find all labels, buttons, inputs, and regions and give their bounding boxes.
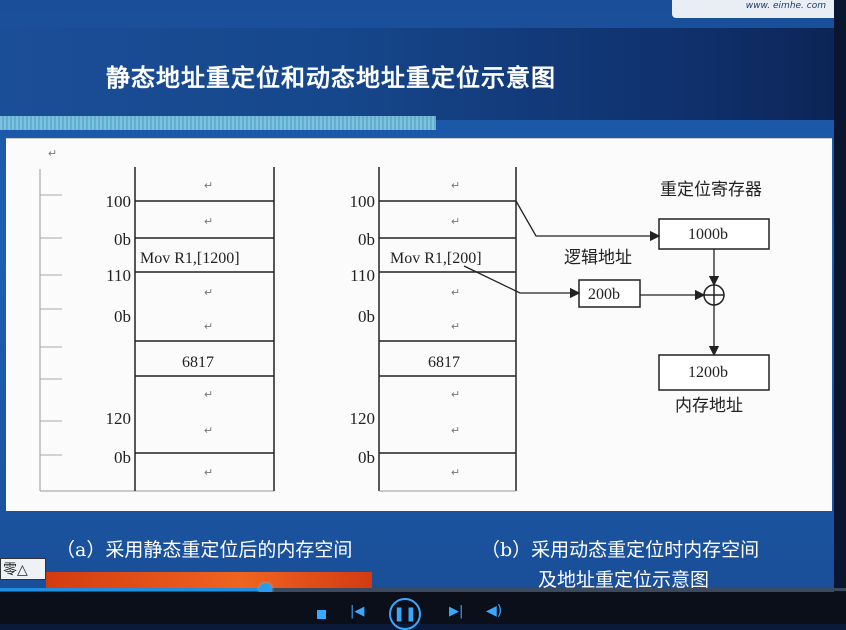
arrow-to-register — [515, 200, 661, 242]
decorative-stripe — [0, 116, 436, 130]
address-label: 0b — [358, 230, 375, 249]
return-mark: ↵ — [204, 287, 213, 299]
slide: www. eimhe. com 静态地址重定位和动态地址重定位示意图 ↵ ↵ ↵… — [0, 0, 834, 592]
return-mark: ↵ — [204, 321, 213, 333]
address-label: 0b — [358, 448, 375, 467]
return-mark: ↵ — [204, 467, 213, 479]
return-mark: ↵ — [204, 180, 213, 192]
corner-tab[interactable]: 零△ — [0, 558, 46, 580]
address-label: 0b — [358, 307, 375, 326]
address-label: 0b — [114, 448, 131, 467]
progress-fill — [0, 588, 265, 591]
previous-icon[interactable]: |◀ — [350, 605, 364, 618]
address-label: 0b — [114, 230, 131, 249]
return-mark: ↵ — [451, 287, 460, 299]
return-mark: ↵ — [204, 389, 213, 401]
logo: www. eimhe. com — [672, 0, 834, 18]
logo-text: www. eimhe. com — [745, 1, 826, 11]
logical-address-label: 逻辑地址 — [564, 248, 632, 267]
physical-address-value: 1200b — [688, 364, 728, 381]
return-mark: ↵ — [451, 180, 460, 192]
right-memory-block — [378, 167, 517, 492]
diagram-panel: ↵ ↵ ↵ ↵ ↵ ↵ ↵ ↵ ↵ ↵ ↵ ↵ ↵ ↵ ↵ 100 0b 110 — [6, 138, 832, 511]
return-mark: ↵ — [48, 148, 57, 160]
return-mark: ↵ — [451, 425, 460, 437]
address-label: 0b — [114, 307, 131, 326]
relocation-register-label: 重定位寄存器 — [660, 180, 762, 199]
decorative-red-bar — [46, 572, 372, 588]
address-label: 100 — [350, 192, 376, 211]
address-label: 120 — [350, 409, 376, 428]
relocation-diagram: ↵ ↵ ↵ ↵ ↵ ↵ ↵ ↵ ↵ ↵ ↵ ↵ ↵ ↵ ↵ 100 0b 110 — [39, 148, 770, 492]
logical-address-value: 200b — [588, 286, 620, 303]
address-label: 100 — [106, 192, 132, 211]
instruction-cell: Mov R1,[200] — [390, 250, 482, 267]
instruction-cell: Mov R1,[1200] — [140, 250, 240, 267]
return-mark: ↵ — [451, 467, 460, 479]
caption-b-line1: （b）采用动态重定位时内存空间 — [481, 539, 760, 561]
return-mark: ↵ — [451, 216, 460, 228]
address-label: 110 — [106, 266, 131, 285]
relocation-hardware: 重定位寄存器 1000b 逻辑地址 200b 1200b 内存地址 — [463, 180, 770, 415]
stop-icon[interactable] — [317, 610, 326, 619]
next-icon[interactable]: ▶| — [449, 605, 463, 618]
address-label: 120 — [106, 409, 132, 428]
data-cell: 6817 — [182, 354, 214, 371]
return-mark: ↵ — [204, 216, 213, 228]
relocation-register-value: 1000b — [688, 226, 728, 243]
data-cell: 6817 — [428, 354, 460, 371]
volume-icon[interactable]: ◀) — [486, 604, 502, 618]
caption-a: （a）采用静态重定位后的内存空间 — [56, 539, 353, 561]
physical-address-label: 内存地址 — [675, 396, 743, 415]
return-mark: ↵ — [204, 425, 213, 437]
window-edge — [834, 0, 846, 592]
left-memory-block — [39, 167, 275, 492]
slide-title: 静态地址重定位和动态地址重定位示意图 — [106, 64, 556, 92]
address-label: 110 — [350, 266, 375, 285]
pause-icon[interactable]: ❚❚ — [389, 598, 421, 630]
player-controls — [0, 592, 846, 624]
return-mark: ↵ — [451, 389, 460, 401]
return-mark: ↵ — [451, 321, 460, 333]
arrow-to-logical — [463, 265, 581, 299]
